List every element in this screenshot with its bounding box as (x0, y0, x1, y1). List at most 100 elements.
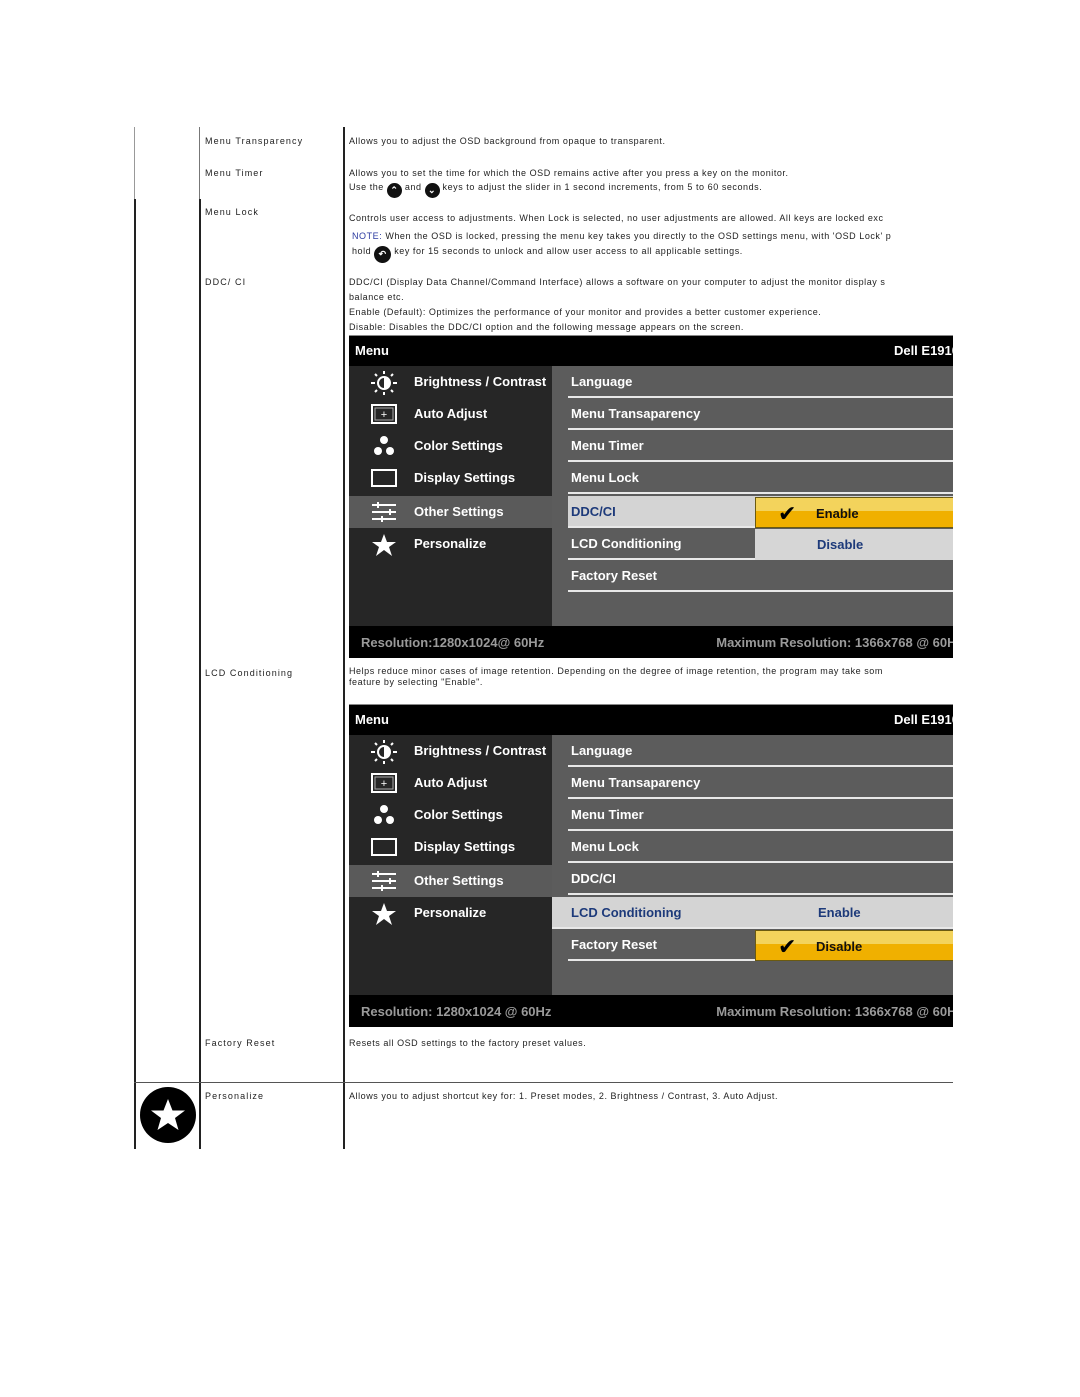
osd-main-menu: Brightness / Contrast + Auto Adjust Colo… (349, 366, 552, 626)
desc-menu-timer: Allows you to set the time for which the… (349, 168, 789, 178)
osd-submenu-item-menu-timer: Menu Timer (568, 799, 953, 831)
checkmark-icon: ✔ (778, 501, 797, 526)
osd-menu-label: Auto Adjust (414, 775, 488, 790)
osd-submenu-label: Menu Timer (571, 807, 644, 822)
desc-ddc-ci-4: Disable: Disables the DDC/CI option and … (349, 322, 744, 332)
note-text: When the OSD is locked, pressing the men… (382, 231, 892, 241)
up-key-icon: ⌃ (386, 183, 402, 198)
back-key-icon: ↶ (374, 246, 392, 263)
osd-header: Menu Dell E1910 (349, 705, 953, 735)
osd-submenu-item-menu-lock: Menu Lock (568, 462, 953, 494)
other-settings-icon (371, 501, 396, 523)
brightness-icon (371, 371, 397, 395)
down-key-icon: ⌄ (424, 183, 440, 198)
osd-submenu: Language Menu Transaparency Menu Timer M… (552, 366, 953, 626)
osd-option-enable: Enable (755, 897, 953, 928)
osd-option-disable: ✔ Disable (755, 930, 953, 961)
osd-submenu-label: Menu Lock (571, 839, 639, 854)
desc-ddc-ci-3: Enable (Default): Optimizes the performa… (349, 307, 822, 317)
osd-menu-item-brightness: Brightness / Contrast (349, 366, 552, 398)
osd-option-label: Disable (816, 939, 863, 954)
osd-menu-item-auto-adjust: + Auto Adjust (349, 398, 552, 430)
osd-submenu-item-ddc-ci: DDC/CI (568, 863, 953, 895)
personalize-star-icon (140, 1087, 196, 1143)
osd-option-label: Disable (817, 537, 864, 552)
table-border-left (134, 199, 136, 1149)
osd-screenshot-lcd-conditioning: Menu Dell E1910 Brightness / Contrast + … (349, 704, 953, 1027)
osd-menu-label: Display Settings (414, 470, 516, 485)
osd-resolution: Resolution:1280x1024@ 60Hz (361, 635, 545, 650)
osd-model: Dell E1910 (893, 712, 953, 727)
osd-main-menu: Brightness / Contrast + Auto Adjust Colo… (349, 735, 552, 995)
note-label: NOTE: (352, 231, 383, 241)
osd-submenu-label: Language (571, 743, 633, 758)
osd-max-resolution: Maximum Resolution: 1366x768 @ 60Hz (716, 635, 953, 650)
desc-ddc-ci-1: DDC/CI (Display Data Channel/Command Int… (349, 277, 886, 287)
osd-menu-item-other-settings: Other Settings (349, 865, 552, 897)
osd-submenu-label: Factory Reset (571, 568, 657, 583)
osd-option-disable: Disable (755, 529, 953, 560)
osd-title: Menu (355, 712, 389, 727)
osd-submenu-label: Language (571, 374, 633, 389)
osd-submenu: Language Menu Transaparency Menu Timer M… (552, 735, 953, 995)
desc-text: hold (352, 246, 372, 256)
osd-menu-label: Brightness / Contrast (414, 374, 547, 389)
osd-header: Menu Dell E1910 (349, 336, 953, 366)
auto-adjust-icon: + (371, 772, 397, 794)
table-border-left-upper (134, 127, 135, 199)
osd-model: Dell E1910 (893, 343, 953, 358)
desc-text: Use the (349, 182, 384, 192)
osd-menu-item-color-settings: Color Settings (349, 799, 552, 831)
other-settings-icon (371, 870, 396, 892)
row-label-menu-timer: Menu Timer (205, 168, 264, 178)
osd-submenu-item-language: Language (568, 366, 953, 398)
osd-menu-item-color-settings: Color Settings (349, 430, 552, 462)
row-label-lcd-conditioning: LCD Conditioning (205, 668, 294, 678)
osd-footer: Resolution: 1280x1024 @ 60Hz Maximum Res… (349, 995, 953, 1027)
osd-submenu-item-menu-lock: Menu Lock (568, 831, 953, 863)
desc-ddc-ci-2: balance etc. (349, 292, 405, 302)
desc-lcd-conditioning-2: feature by selecting "Enable". (349, 677, 483, 687)
osd-submenu-item-menu-transparency: Menu Transaparency (568, 767, 953, 799)
row-label-menu-lock: Menu Lock (205, 207, 259, 217)
auto-adjust-icon: + (371, 403, 397, 425)
osd-submenu-label: Menu Transaparency (571, 775, 701, 790)
osd-option-label: Enable (816, 506, 859, 521)
osd-menu-label: Color Settings (414, 438, 503, 453)
osd-submenu-label: Menu Lock (571, 470, 639, 485)
desc-menu-lock-hold: hold ↶ key for 15 seconds to unlock and al… (352, 246, 743, 263)
table-border-col1-lower (199, 199, 201, 1149)
osd-menu-label: Personalize (414, 536, 487, 551)
desc-menu-timer-keys: Use the ⌃ and ⌄ keys to adjust the slider in… (349, 182, 762, 198)
desc-lcd-conditioning-1: Helps reduce minor cases of image retent… (349, 666, 883, 676)
osd-submenu-label: Factory Reset (571, 937, 657, 952)
color-settings-icon (371, 435, 395, 457)
star-icon (371, 902, 396, 925)
desc-text: keys to adjust the slider in 1 second in… (442, 182, 763, 192)
row-label-factory-reset: Factory Reset (205, 1038, 276, 1048)
desc-factory-reset: Resets all OSD settings to the factory p… (349, 1038, 587, 1048)
osd-submenu-label: LCD Conditioning (571, 905, 682, 920)
osd-submenu-item-factory-reset: Factory Reset (568, 560, 953, 592)
osd-menu-item-personalize: Personalize (349, 528, 552, 560)
desc-menu-lock-note: NOTE: When the OSD is locked, pressing t… (352, 231, 953, 241)
osd-submenu-label: DDC/CI (571, 871, 616, 886)
osd-submenu-label: DDC/CI (571, 504, 616, 519)
color-settings-icon (371, 804, 395, 826)
osd-menu-item-display-settings: Display Settings (349, 462, 552, 494)
star-icon (371, 533, 396, 556)
desc-menu-transparency: Allows you to adjust the OSD background … (349, 136, 666, 146)
osd-resolution: Resolution: 1280x1024 @ 60Hz (361, 1004, 552, 1019)
osd-menu-item-auto-adjust: + Auto Adjust (349, 767, 552, 799)
brightness-icon (371, 740, 397, 764)
row-label-menu-transparency: Menu Transparency (205, 136, 304, 146)
row-label-personalize: Personalize (205, 1091, 265, 1101)
osd-menu-label: Auto Adjust (414, 406, 488, 421)
svg-text:+: + (381, 778, 387, 790)
osd-menu-label: Other Settings (414, 873, 504, 888)
table-border-col1 (199, 127, 200, 199)
osd-menu-item-other-settings: Other Settings (349, 496, 552, 528)
display-settings-icon (371, 467, 397, 489)
osd-menu-item-personalize: Personalize (349, 897, 552, 929)
osd-submenu-item-menu-timer: Menu Timer (568, 430, 953, 462)
